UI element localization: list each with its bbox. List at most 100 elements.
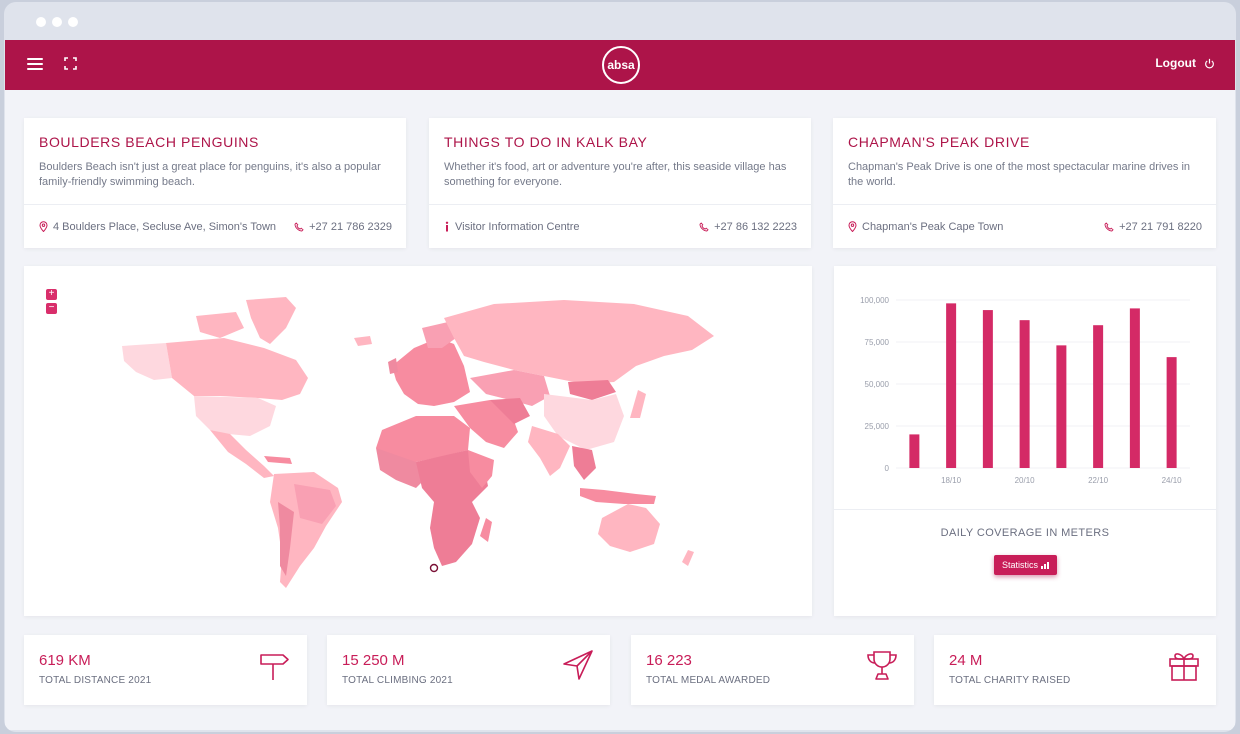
x-tick-label: 22/10 (1088, 476, 1109, 485)
world-map-card: + − (24, 266, 812, 616)
y-tick-label: 75,000 (865, 338, 890, 347)
bar[interactable] (1166, 357, 1177, 468)
y-tick-label: 25,000 (865, 422, 890, 431)
card-footer: 4 Boulders Place, Secluse Ave, Simon's T… (24, 204, 406, 248)
info-icon (445, 221, 449, 232)
map-region-arctic-islands (196, 312, 244, 338)
dashboard-screen: absa Logout BOULDERS BEACH PENGUINS Boul… (5, 40, 1235, 730)
card-description: Boulders Beach isn't just a great place … (39, 161, 381, 188)
power-icon (1205, 58, 1214, 68)
location-text: 4 Boulders Place, Secluse Ave, Simon's T… (53, 220, 277, 233)
bar[interactable] (1129, 308, 1140, 468)
window-dot (68, 17, 78, 27)
map-region-europe (392, 338, 470, 406)
phone-icon (1104, 221, 1114, 231)
map-region-alaska (122, 343, 172, 380)
stat-label: TOTAL CHARITY RAISED (949, 675, 1071, 686)
stat-value: 24 M (949, 652, 983, 669)
statistics-label: Statistics (1001, 560, 1038, 570)
stat-card-medals: 16 223 TOTAL MEDAL AWARDED (631, 635, 914, 705)
info-card-kalk-bay: THINGS TO DO IN KALK BAY Whether it's fo… (429, 118, 811, 248)
y-tick-label: 100,000 (860, 296, 889, 305)
info-card-boulders: BOULDERS BEACH PENGUINS Boulders Beach i… (24, 118, 406, 248)
map-region-caribbean (264, 456, 292, 464)
bar[interactable] (909, 434, 920, 468)
signpost-icon (260, 654, 289, 680)
phone-text: +27 86 132 2223 (714, 220, 797, 233)
logout-button[interactable]: Logout (1155, 56, 1215, 70)
stat-label: TOTAL DISTANCE 2021 (39, 675, 152, 686)
map-region-southern-africa (430, 502, 480, 566)
logout-label: Logout (1155, 56, 1196, 70)
top-bar: absa Logout (5, 40, 1235, 90)
stat-value: 619 KM (39, 652, 91, 669)
card-footer: Visitor Information Centre +27 86 132 22… (429, 204, 811, 248)
phone-text: +27 21 786 2329 (309, 220, 392, 233)
info-card-chapmans-peak: CHAPMAN'S PEAK DRIVE Chapman's Peak Driv… (833, 118, 1216, 248)
navigation-icon (563, 650, 593, 680)
card-footer: Chapman's Peak Cape Town +27 21 791 8220 (833, 204, 1216, 248)
map-region-russia (444, 300, 714, 384)
absa-logo: absa (602, 46, 640, 84)
card-title: THINGS TO DO IN KALK BAY (444, 134, 648, 150)
divider (834, 509, 1216, 510)
fullscreen-icon[interactable] (64, 57, 77, 70)
bar[interactable] (946, 303, 957, 468)
map-location-marker (429, 563, 439, 573)
map-pin-icon (848, 221, 857, 232)
map-region-new-zealand (682, 550, 694, 566)
stat-value: 16 223 (646, 652, 692, 669)
stat-card-climbing: 15 250 M TOTAL CLIMBING 2021 (327, 635, 610, 705)
location: Chapman's Peak Cape Town (848, 221, 1003, 233)
card-description: Chapman's Peak Drive is one of the most … (848, 161, 1191, 188)
map-region-uk (388, 358, 398, 374)
window-dot (52, 17, 62, 27)
map-region-iceland (354, 336, 372, 346)
map-region-madagascar (480, 518, 492, 542)
map-region-usa (194, 396, 276, 436)
world-map[interactable] (24, 266, 812, 616)
stat-card-distance: 619 KM TOTAL DISTANCE 2021 (24, 635, 307, 705)
phone[interactable]: +27 21 791 8220 (1104, 221, 1202, 233)
bar[interactable] (1056, 345, 1067, 468)
phone-icon (699, 221, 709, 231)
daily-coverage-chart-card: 0 25,000 50,000 75,000 100,000 18/10 20/10 22/1… (834, 266, 1216, 616)
phone-icon (294, 221, 304, 231)
bar-chart: 0 25,000 50,000 75,000 100,000 18/10 20/10 22/1… (860, 296, 1190, 485)
card-title: BOULDERS BEACH PENGUINS (39, 134, 259, 150)
phone[interactable]: +27 86 132 2223 (699, 221, 797, 233)
stat-label: TOTAL CLIMBING 2021 (342, 675, 453, 686)
card-title: CHAPMAN'S PEAK DRIVE (848, 134, 1030, 150)
stat-label: TOTAL MEDAL AWARDED (646, 675, 771, 686)
x-tick-label: 24/10 (1162, 476, 1183, 485)
x-tick-label: 18/10 (941, 476, 962, 485)
map-region-japan (630, 390, 646, 418)
y-tick-label: 50,000 (865, 380, 890, 389)
hamburger-menu-icon[interactable] (27, 58, 43, 70)
phone-text: +27 21 791 8220 (1119, 220, 1202, 233)
map-region-greenland (246, 297, 296, 344)
location-text: Visitor Information Centre (455, 220, 580, 233)
location: Visitor Information Centre (444, 221, 580, 233)
browser-window: absa Logout BOULDERS BEACH PENGUINS Boul… (4, 2, 1236, 732)
phone[interactable]: +27 21 786 2329 (294, 221, 392, 233)
map-region-mexico (210, 430, 274, 478)
map-region-indonesia (580, 488, 656, 504)
map-region-southeast-asia (572, 446, 596, 480)
stat-card-charity: 24 M TOTAL CHARITY RAISED (934, 635, 1216, 705)
map-region-canada (166, 338, 308, 400)
x-tick-label: 20/10 (1015, 476, 1036, 485)
gift-icon (1169, 653, 1199, 681)
chart-caption: DAILY COVERAGE IN METERS (940, 527, 1110, 539)
stat-value: 15 250 M (342, 652, 405, 669)
trophy-icon (867, 651, 897, 680)
window-dot (36, 17, 46, 27)
bar[interactable] (1093, 325, 1104, 468)
bar[interactable] (1019, 320, 1030, 468)
map-region-australia (598, 504, 660, 552)
location-text: Chapman's Peak Cape Town (862, 220, 1004, 233)
y-tick-label: 0 (885, 464, 890, 473)
bar[interactable] (982, 310, 993, 468)
statistics-button[interactable]: Statistics (994, 555, 1057, 575)
location: 4 Boulders Place, Secluse Ave, Simon's T… (39, 221, 276, 233)
